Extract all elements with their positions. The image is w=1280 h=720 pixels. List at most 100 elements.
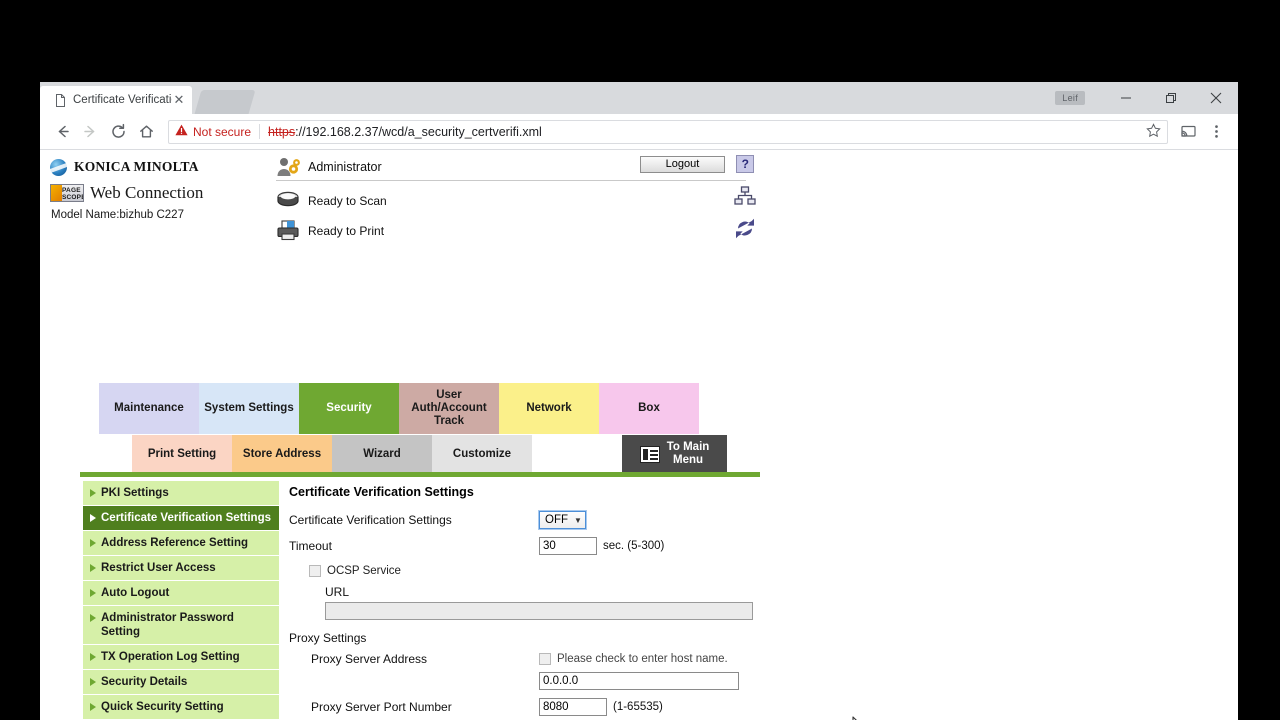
url-text: https://192.168.2.37/wcd/a_security_cert… [268,125,542,139]
pagescope-badge-line2: SCOPE [62,194,84,201]
tab-filler [532,435,622,473]
security-status[interactable]: Not secure [175,124,251,139]
proxy-port-hint: (1-65535) [613,701,663,713]
scanner-icon [276,190,301,212]
brand-block: KONICA MINOLTA PAGE SCOPE Web Connection… [50,156,280,221]
browser-tab-strip: Certificate Verification Se ✕ Leif [40,82,1238,114]
tab-security[interactable]: Security [299,383,399,434]
sidebar-item-address-reference-setting[interactable]: Address Reference Setting [83,531,279,556]
three-dot-menu-icon[interactable] [1202,118,1230,146]
sidebar-item-certificate-verification-settings[interactable]: Certificate Verification Settings [83,506,279,531]
restore-icon[interactable] [1148,82,1193,114]
proxy-port-input[interactable]: 8080 [539,698,607,716]
ocsp-service-checkbox[interactable] [309,565,321,577]
chevron-down-icon: ▼ [574,515,582,525]
refresh-icon[interactable] [734,218,756,240]
address-bar[interactable]: Not secure https://192.168.2.37/wcd/a_se… [168,119,1168,144]
status-block: Administrator Ready to Scan Ready to Pri… [276,154,636,244]
screen-root: Certificate Verification Se ✕ Leif [0,0,1280,720]
minimize-icon[interactable] [1103,82,1148,114]
browser-tab[interactable]: Certificate Verification Se ✕ [40,86,192,114]
model-name: Model Name:bizhub C227 [51,209,184,221]
sidebar: PKI Settings Certificate Verification Se… [83,481,279,720]
proxy-settings-section-label: Proxy Settings [289,631,367,645]
to-main-menu-button[interactable]: To Main Menu [622,435,727,473]
row-ocsp-url-label: URL [289,585,749,599]
security-status-label: Not secure [193,124,252,139]
url-scheme: https [268,124,296,139]
help-button[interactable]: ? [736,155,755,173]
scan-status-row: Ready to Scan [276,188,636,214]
reload-icon[interactable] [104,118,132,146]
proxy-server-address-input[interactable]: 0.0.0.0 [539,672,739,690]
row-proxy-port: Proxy Server Port Number 8080 (1-65535) [289,695,749,719]
primary-tab-bar: Maintenance System Settings Security Use… [99,383,699,434]
pagescope-badge-line1: PAGE [62,187,81,194]
row-proxy-server-address: Proxy Server Address Please check to ent… [289,648,749,670]
tab-system-settings[interactable]: System Settings [199,383,299,434]
row-ocsp-service: OCSP Service [289,561,749,581]
sidebar-item-administrator-password-setting[interactable]: Administrator Password Setting [83,606,279,645]
proxy-port-label: Proxy Server Port Number [311,700,452,714]
sidebar-item-quick-security-setting[interactable]: Quick Security Setting [83,695,279,720]
url-rest: ://192.168.2.37/wcd/a_security_certverif… [295,124,542,139]
tab-maintenance[interactable]: Maintenance [99,383,199,434]
profile-chip[interactable]: Leif [1055,91,1085,105]
form-panel: Certificate Verification Settings Certif… [289,485,753,720]
scan-status-label: Ready to Scan [308,194,387,208]
admin-user-icon [276,156,301,178]
print-status-row: Ready to Print [276,218,636,244]
warning-triangle-icon [175,124,188,139]
header-buttons: Logout ? [640,155,760,173]
page-title: Certificate Verification Settings [289,485,474,499]
ocsp-url-label: URL [325,585,350,599]
cast-icon[interactable] [1174,118,1202,146]
page-icon [54,93,67,107]
forward-arrow-icon [76,118,104,146]
menu-list-icon [639,445,660,463]
omnibox-divider [259,124,261,139]
browser-tab-title: Certificate Verification Se [73,94,172,106]
sidebar-item-pki-settings[interactable]: PKI Settings [83,481,279,506]
tab-user-auth-account-track[interactable]: User Auth/Account Track [399,383,499,434]
tab-network[interactable]: Network [499,383,599,434]
ocsp-service-label: OCSP Service [327,565,401,577]
new-tab-ghost[interactable] [194,90,256,114]
tab-store-address[interactable]: Store Address [232,435,332,473]
green-divider-bar [80,472,760,477]
tab-print-setting[interactable]: Print Setting [132,435,232,473]
star-icon[interactable] [1140,122,1161,141]
logout-button[interactable]: Logout [640,155,725,173]
cert-verification-select[interactable]: OFF ▼ [538,510,587,530]
window-controls: Leif [1055,82,1238,114]
konica-globe-icon [50,158,67,176]
timeout-input[interactable]: 30 [539,537,597,555]
row-ocsp-url-input [289,602,753,623]
browser-window: Certificate Verification Se ✕ Leif [40,82,1238,720]
header-right-icons [734,186,756,250]
proxy-hostname-checkbox[interactable] [539,653,551,665]
window-close-icon[interactable] [1193,82,1238,114]
sidebar-item-auto-logout[interactable]: Auto Logout [83,581,279,606]
sidebar-item-tx-operation-log-setting[interactable]: TX Operation Log Setting [83,645,279,670]
pagescope-logo: PAGE SCOPE Web Connection [50,180,280,206]
ocsp-url-input[interactable] [325,602,753,620]
admin-row: Administrator [276,154,636,180]
row-proxy-server-address-input: 0.0.0.0 [289,672,749,695]
back-arrow-icon[interactable] [48,118,76,146]
secondary-tab-bar: Print Setting Store Address Wizard Custo… [132,435,727,473]
admin-label: Administrator [308,160,382,174]
timeout-label: Timeout [289,539,332,553]
sidebar-item-security-details[interactable]: Security Details [83,670,279,695]
home-icon[interactable] [132,118,160,146]
cert-verification-value: OFF [545,514,568,526]
network-tree-icon[interactable] [734,186,756,208]
browser-toolbar: Not secure https://192.168.2.37/wcd/a_se… [40,114,1238,150]
tab-box[interactable]: Box [599,383,699,434]
tab-customize[interactable]: Customize [432,435,532,473]
sidebar-item-restrict-user-access[interactable]: Restrict User Access [83,556,279,581]
mouse-cursor [852,716,866,720]
close-icon[interactable]: ✕ [172,93,186,107]
proxy-server-address-label: Proxy Server Address [311,652,428,666]
tab-wizard[interactable]: Wizard [332,435,432,473]
